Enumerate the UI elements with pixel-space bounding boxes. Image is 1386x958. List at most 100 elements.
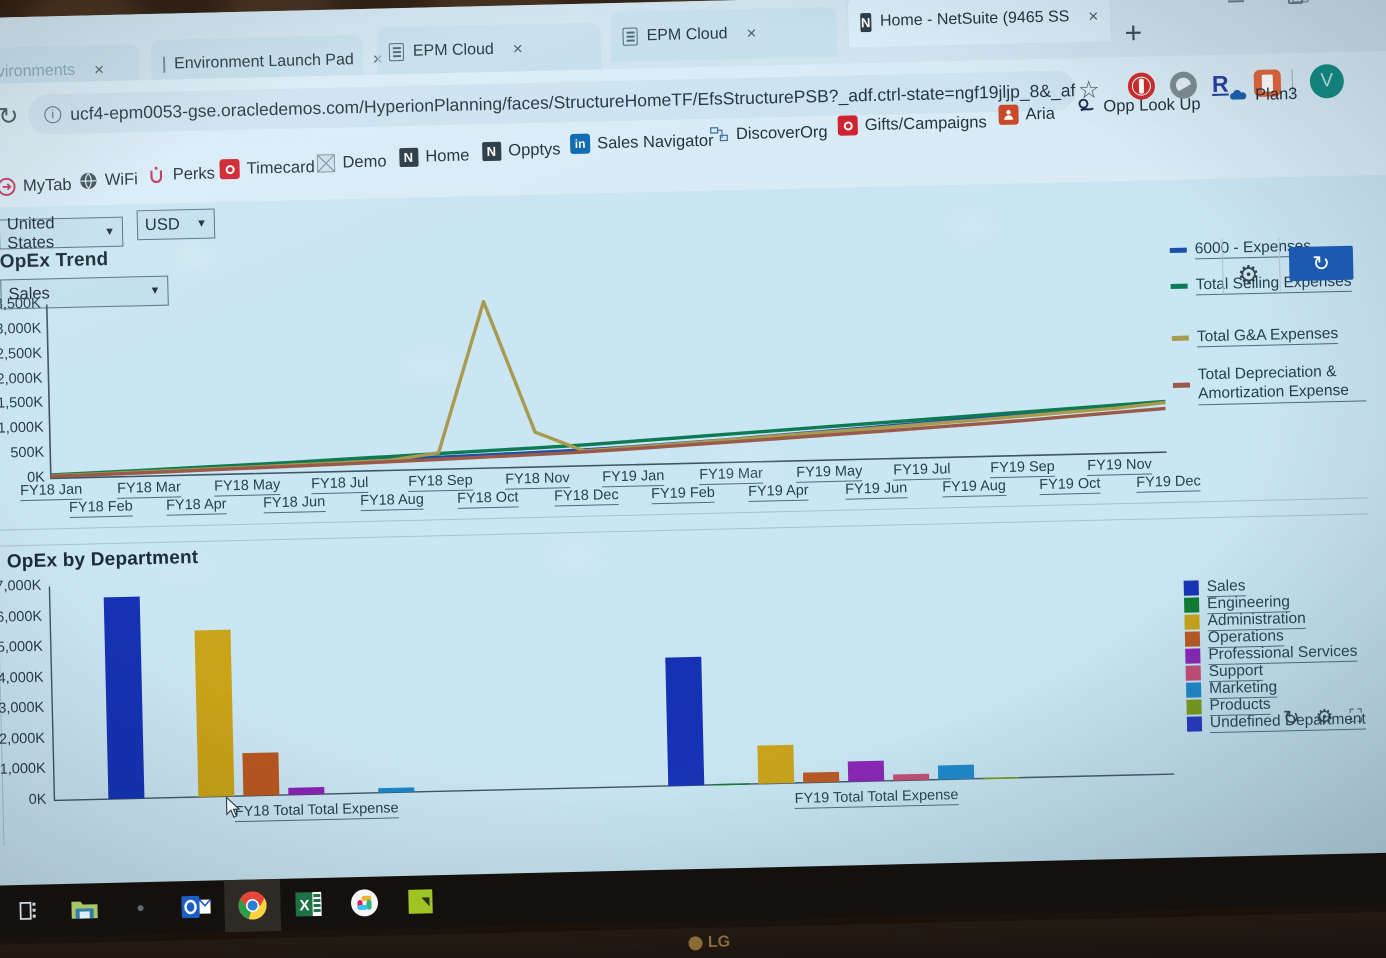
opp-lookup-icon [1076, 97, 1096, 117]
dept-bar[interactable] [665, 656, 705, 786]
trend-x-tick: FY19 Dec [1136, 473, 1201, 493]
globe-icon [78, 170, 98, 190]
entity-select[interactable]: United States ▼ [0, 214, 124, 252]
bookmark-label: Opptys [508, 139, 561, 160]
bookmark-perks[interactable]: Perks [146, 163, 216, 185]
trend-x-tick: FY18 Mar [116, 479, 182, 499]
bookmark-gifts-campaigns[interactable]: Gifts/Campaigns [837, 112, 987, 136]
legend-color-swatch [1169, 247, 1187, 253]
refresh-icon[interactable]: ↻ [1288, 245, 1354, 282]
trend-x-tick: FY18 Dec [553, 487, 619, 507]
dept-bar[interactable] [378, 787, 415, 793]
taskbar-slack[interactable] [336, 876, 393, 929]
timecard-icon [219, 158, 240, 180]
bookmark-opptys[interactable]: N Opptys [481, 139, 561, 161]
slack-icon [351, 889, 379, 917]
window-maximize-button[interactable] [1287, 0, 1304, 5]
legend-label: Total Depreciation & Amortization Expens… [1197, 361, 1367, 406]
trend-x-tick: FY18 Apr [165, 496, 227, 516]
dept-plot [48, 586, 1175, 802]
taskbar-pin-dot[interactable] [112, 882, 169, 935]
dept-bar[interactable] [194, 629, 235, 798]
close-icon[interactable]: × [94, 60, 104, 80]
trend-x-tick: FY18 Nov [505, 470, 570, 490]
cloud-icon [1228, 85, 1248, 105]
dept-bar[interactable] [103, 596, 145, 800]
taskbar-notes[interactable] [392, 875, 449, 928]
opex-trend-chart: 0K 500K 1,000K 1,500K 2,000K 2,500K 3,000K 3,50… [0, 268, 1357, 520]
dept-bar[interactable] [893, 773, 930, 781]
bookmark-label: MyTab [22, 175, 72, 195]
dashboard-page: United States ▼ USD ▼ OpEx Trend Sales ▼… [0, 174, 1386, 898]
trend-x-tick: FY19 Sep [990, 458, 1056, 479]
tab-label: EPM Cloud [646, 25, 728, 45]
legend-color-swatch [1170, 283, 1188, 289]
bookmark-label: Plan3 [1254, 84, 1298, 104]
bookmark-label: Timecard [246, 157, 315, 178]
bookmark-aria[interactable]: Aria [998, 104, 1055, 125]
close-icon[interactable]: × [746, 24, 756, 44]
dept-bar[interactable] [847, 760, 885, 782]
taskbar-outlook[interactable] [168, 880, 225, 933]
trend-x-tick: FY18 Feb [68, 498, 133, 518]
taskbar-task-view[interactable] [0, 884, 57, 937]
trend-x-tick: FY18 Jun [262, 493, 326, 514]
trend-x-tick: FY18 Jan [19, 481, 83, 502]
currency-select[interactable]: USD ▼ [136, 208, 216, 241]
gear-icon[interactable]: ⚙ [1237, 260, 1260, 291]
taskbar-chrome[interactable] [223, 878, 282, 933]
bookmark-timecard[interactable]: Timecard [219, 157, 315, 180]
opex-trend-title: OpEx Trend [0, 248, 109, 273]
trend-x-tick: FY18 Jul [311, 474, 369, 495]
bookmark-opp-look-up[interactable]: Opp Look Up [1076, 94, 1201, 117]
bookmark-demo[interactable]: Demo [315, 151, 387, 173]
bookmark-plan3[interactable]: Plan3 [1228, 84, 1298, 106]
close-icon[interactable]: × [513, 39, 523, 59]
browser-tab-home-netsuite[interactable]: N Home - NetSuite (9465 SS × [847, 0, 1111, 48]
bookmark-label: WiFi [104, 169, 139, 189]
legend-color-swatch [1185, 682, 1202, 698]
new-tab-button[interactable]: + [1124, 17, 1142, 51]
currency-select-value: USD [144, 214, 180, 234]
dept-bar[interactable] [803, 771, 840, 783]
dept-bar[interactable] [242, 752, 280, 796]
taskbar-file-explorer[interactable] [56, 883, 113, 936]
dept-bar[interactable] [288, 787, 325, 795]
bookmark-label: Demo [342, 151, 387, 171]
netsuite-icon: N [398, 147, 419, 167]
avatar[interactable]: V [1309, 63, 1345, 99]
browser-tab-epm-cloud-2[interactable]: EPM Cloud × [610, 6, 838, 63]
folder-icon [71, 901, 98, 919]
window-minimize-button[interactable] [1227, 0, 1244, 3]
discoverorg-icon [709, 124, 729, 144]
dept-legend-item[interactable]: Undefined Department [1186, 709, 1367, 734]
reload-icon[interactable]: ↻ [0, 102, 19, 131]
legend-color-swatch [1184, 614, 1200, 630]
bookmark-wifi[interactable]: WiFi [78, 169, 138, 190]
close-icon[interactable]: × [1088, 7, 1098, 27]
trend-x-tick: FY19 Apr [748, 482, 809, 502]
monitor-brand-logo: LG [688, 934, 731, 953]
gifts-icon [837, 115, 859, 136]
bookmark-sales-navigator[interactable]: in Sales Navigator [569, 131, 714, 155]
perks-icon [146, 165, 166, 185]
bookmark-discoverorg[interactable]: DiscoverOrg [709, 122, 828, 145]
excel-icon: X [295, 891, 322, 917]
trend-legend-item[interactable]: Total Depreciation & Amortization Expens… [1172, 361, 1374, 406]
bookmark-mytab[interactable]: MyTab [0, 175, 72, 197]
chrome-icon [238, 891, 267, 920]
legend-color-swatch [1183, 580, 1199, 596]
svg-text:X: X [299, 897, 309, 914]
legend-color-swatch [1172, 382, 1191, 389]
bookmark-label: Aria [1025, 104, 1056, 123]
tab-label: Home - NetSuite (9465 SS [879, 8, 1070, 30]
opex-by-department-legend: Sales Engineering Administration Operations… [1183, 573, 1386, 738]
trend-x-tick: FY19 Oct [1039, 475, 1101, 496]
taskbar-excel[interactable]: X [280, 878, 337, 931]
trend-legend-item[interactable]: Total G&A Expenses [1171, 323, 1372, 348]
bookmark-home[interactable]: N Home [398, 145, 470, 167]
dept-bar[interactable] [757, 744, 795, 784]
monitor-photo: Environments × Environment Launch Pad × … [0, 0, 1386, 958]
dept-bar[interactable] [937, 764, 975, 780]
site-info-icon[interactable]: i [44, 105, 62, 123]
